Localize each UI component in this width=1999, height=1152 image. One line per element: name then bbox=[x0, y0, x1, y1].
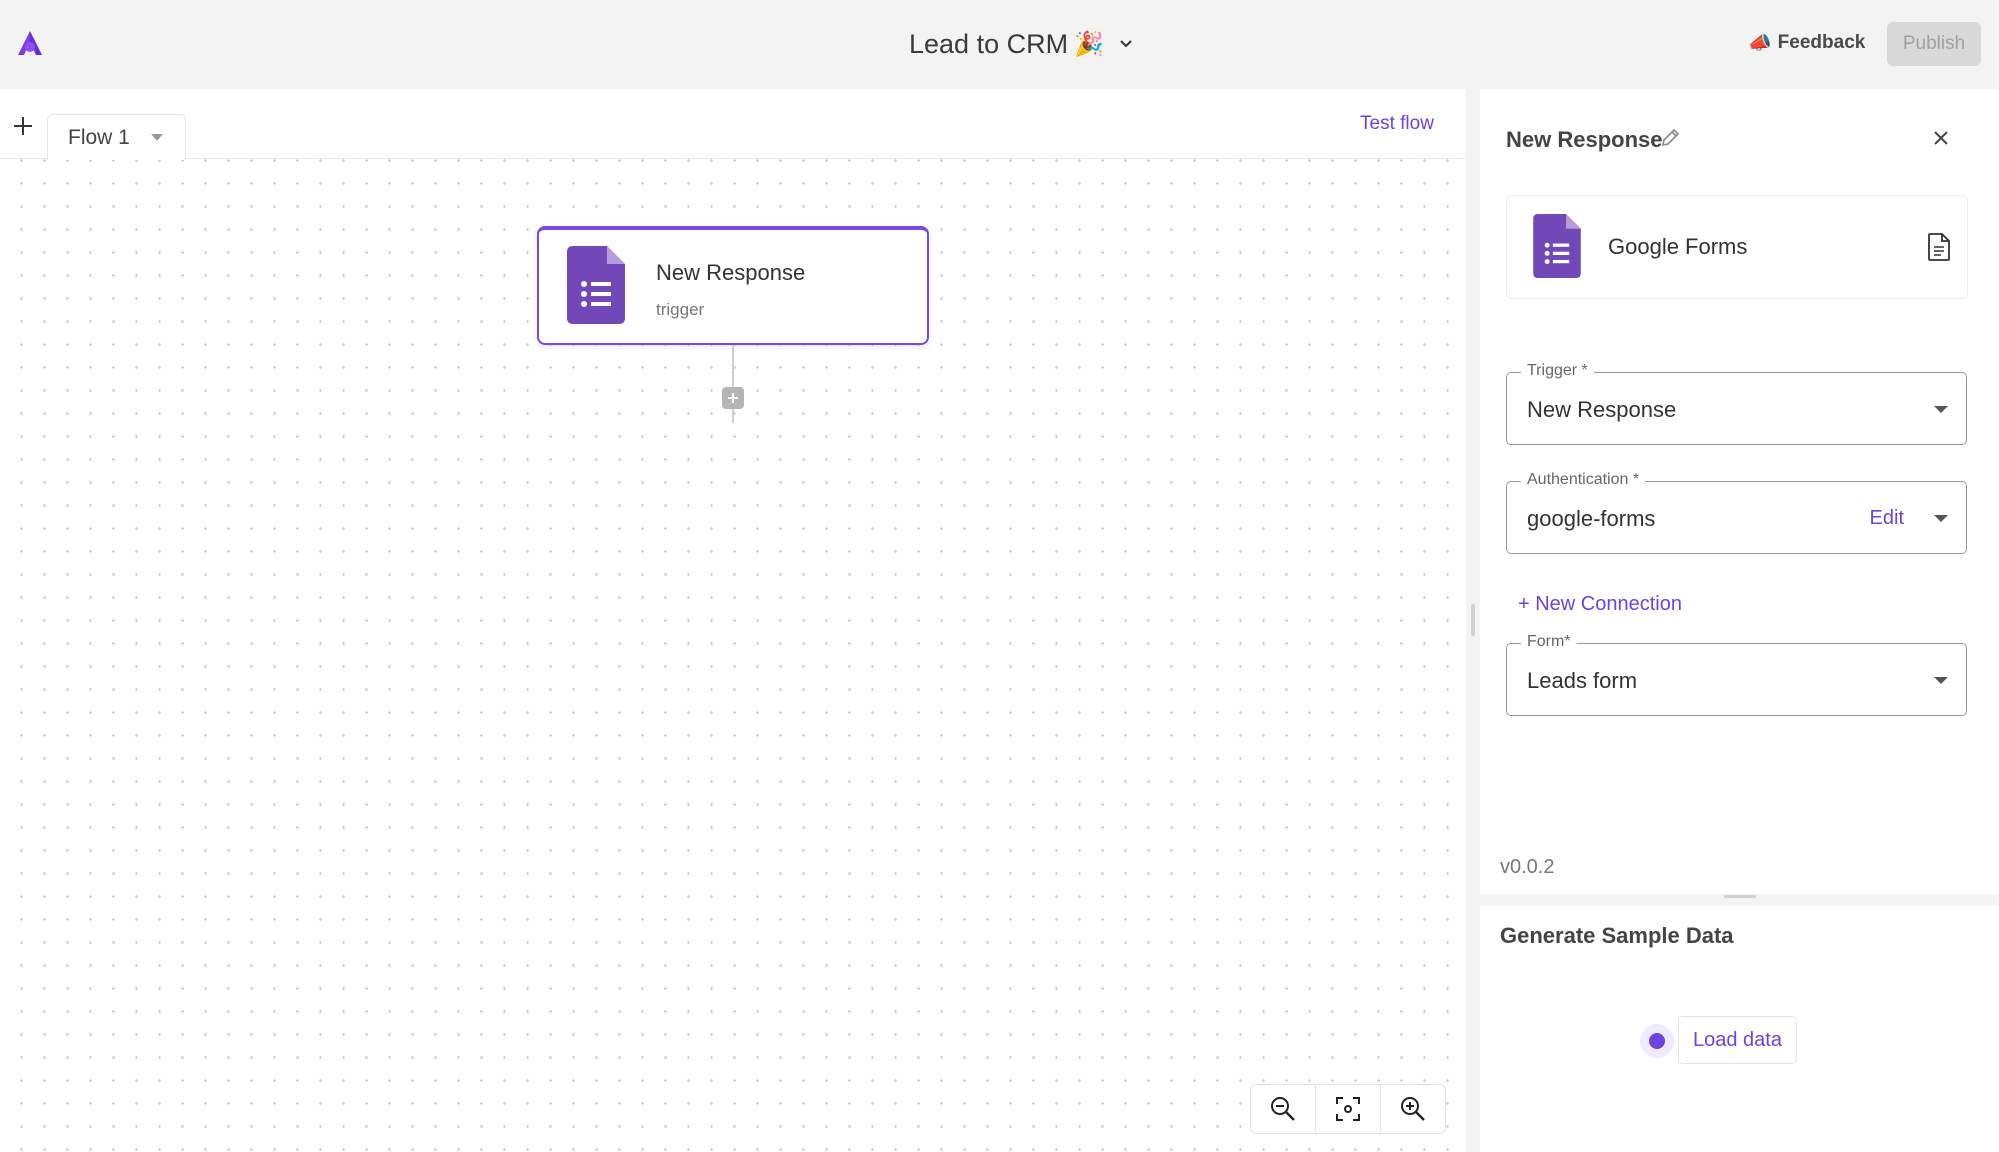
step-title: New Response bbox=[1506, 127, 1663, 152]
form-select[interactable]: Form* Leads form bbox=[1506, 633, 1967, 716]
close-icon[interactable] bbox=[1928, 125, 1954, 151]
dropdown-arrow-icon[interactable] bbox=[1934, 406, 1948, 413]
node-subtitle: trigger bbox=[656, 300, 705, 319]
piece-card: Google Forms bbox=[1506, 195, 1968, 299]
step-settings-panel: New Response Google Forms Trigger * New … bbox=[1480, 89, 1999, 894]
form-label: Form* bbox=[1521, 633, 1577, 651]
feedback-label: Feedback bbox=[1777, 32, 1866, 53]
publish-button[interactable]: Publish bbox=[1887, 22, 1981, 66]
flow-canvas[interactable]: Flow 1 Test flow New Response trigger bbox=[0, 89, 1466, 1152]
piece-name: Google Forms bbox=[1608, 234, 1748, 259]
google-forms-icon bbox=[1533, 214, 1581, 278]
zoom-in-button[interactable] bbox=[1381, 1085, 1445, 1133]
authentication-value: google-forms bbox=[1527, 506, 1656, 531]
feedback-button[interactable]: 📣 Feedback bbox=[1748, 26, 1865, 60]
tab-label: Flow 1 bbox=[68, 125, 130, 149]
load-data-button[interactable]: Load data bbox=[1678, 1016, 1797, 1064]
sample-data-title: Generate Sample Data bbox=[1500, 923, 1734, 948]
zoom-out-icon bbox=[1271, 1097, 1295, 1121]
dropdown-arrow-icon[interactable] bbox=[1934, 515, 1948, 522]
form-value: Leads form bbox=[1527, 668, 1638, 693]
piece-version: v0.0.2 bbox=[1500, 856, 1555, 878]
megaphone-icon: 📣 bbox=[1748, 33, 1772, 54]
flow-title[interactable]: Lead to CRM 🎉 bbox=[909, 22, 1134, 66]
panel-splitter bbox=[1466, 89, 1480, 1152]
splitter-handle[interactable] bbox=[1471, 604, 1475, 636]
caret-down-icon[interactable] bbox=[151, 134, 163, 141]
chevron-down-icon[interactable] bbox=[1118, 36, 1134, 52]
splitter-handle[interactable] bbox=[1724, 895, 1756, 898]
flow-tab-bar: Flow 1 Test flow bbox=[0, 89, 1466, 160]
zoom-out-button[interactable] bbox=[1251, 1085, 1316, 1133]
node-title: New Response bbox=[656, 260, 806, 285]
fit-view-icon bbox=[1336, 1097, 1360, 1121]
test-flow-button[interactable]: Test flow bbox=[1360, 113, 1434, 135]
party-emoji-icon: 🎉 bbox=[1074, 30, 1104, 58]
trigger-label: Trigger * bbox=[1521, 362, 1594, 380]
sample-data-panel: Generate Sample Data Load data bbox=[1480, 906, 1999, 1152]
zoom-controls bbox=[1250, 1084, 1446, 1134]
document-icon[interactable] bbox=[1925, 232, 1953, 262]
status-dot-icon bbox=[1649, 1033, 1665, 1049]
zoom-in-icon bbox=[1401, 1097, 1425, 1121]
node-connector bbox=[732, 345, 734, 423]
edit-connection-link[interactable]: Edit bbox=[1870, 507, 1904, 530]
status-indicator bbox=[1640, 1024, 1674, 1058]
add-flow-plus-icon[interactable] bbox=[10, 113, 36, 139]
google-forms-icon bbox=[567, 246, 625, 324]
sample-data-splitter bbox=[1480, 894, 1999, 906]
trigger-node[interactable]: New Response trigger bbox=[537, 226, 929, 345]
trigger-value: New Response bbox=[1527, 397, 1677, 422]
pencil-icon[interactable] bbox=[1659, 127, 1681, 149]
add-step-button[interactable] bbox=[722, 387, 744, 409]
app-logo-icon[interactable] bbox=[14, 29, 46, 57]
dropdown-arrow-icon[interactable] bbox=[1934, 677, 1948, 684]
flow-name[interactable]: Lead to CRM bbox=[909, 29, 1068, 60]
fit-view-button[interactable] bbox=[1316, 1085, 1381, 1133]
top-bar: Lead to CRM 🎉 📣 Feedback Publish bbox=[0, 0, 1999, 89]
tab-flow-1[interactable]: Flow 1 bbox=[47, 114, 186, 160]
trigger-select[interactable]: Trigger * New Response bbox=[1506, 362, 1967, 445]
authentication-label: Authentication * bbox=[1521, 471, 1646, 489]
authentication-select[interactable]: Authentication * google-forms Edit bbox=[1506, 471, 1967, 554]
new-connection-button[interactable]: + New Connection bbox=[1518, 593, 1682, 616]
